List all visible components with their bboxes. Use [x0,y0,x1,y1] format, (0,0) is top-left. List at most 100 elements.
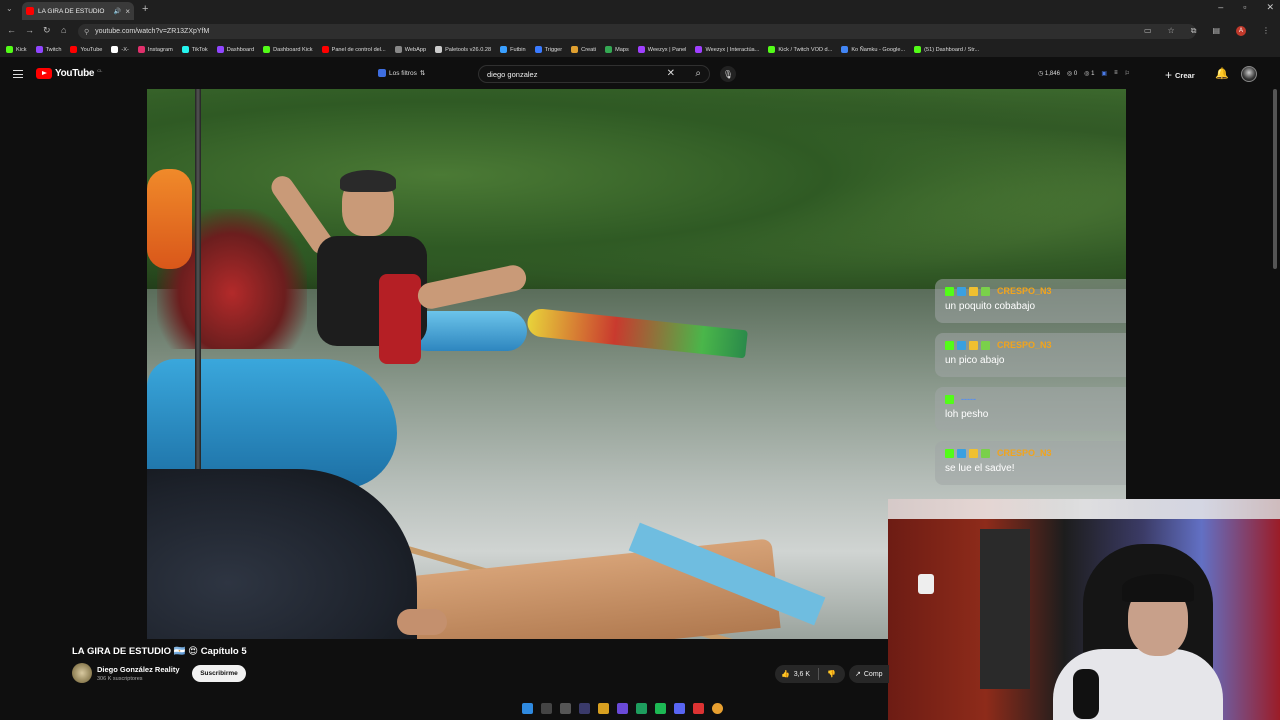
bookmark-item[interactable]: Dashboard Kick [263,46,313,53]
bookmark-item[interactable]: Maps [605,46,629,53]
bookmark-item[interactable]: Trigger [534,46,562,53]
bookmark-item[interactable]: (51) Dashboard / Str... [914,46,979,53]
verified-badge-icon [981,286,990,296]
browser-tabbar: ⌄ LA GIRA DE ESTUDIO 🔊 × + – ▫ ✕ [0,0,1280,20]
bookmark-star-icon[interactable]: ☆ [1168,26,1175,36]
bookmarks-bar: Kick Twitch YouTube -X- Instagram TikTok Dashb… [0,42,1280,57]
profile-avatar[interactable]: A [1236,26,1246,36]
cast-icon[interactable]: ▭ [1144,26,1152,36]
like-count[interactable]: 3,6 K [794,671,810,678]
bookmark-item[interactable]: Kick [6,46,27,53]
bookmark-item[interactable]: Panel de control del... [321,46,386,53]
bookmark-label: Kick [16,46,27,53]
bookmark-item[interactable]: Paletools v26.0.28 [435,46,491,53]
chat-message-header: CRESPO_N3 [945,446,1116,460]
chat-username: CRESPO_N3 [997,448,1052,458]
site-info-icon[interactable]: ⚲ [84,28,89,36]
channel-name[interactable]: Diego González Reality [97,665,180,674]
pin-icon[interactable]: ⚐ [1125,70,1130,77]
chat-message: ----- loh pesho [935,387,1126,431]
maximize-icon[interactable]: ▫ [1243,2,1246,13]
kick-platform-icon [945,448,954,458]
bookmark-favicon-icon [321,46,329,53]
search-icon[interactable]: ⌕ [695,68,701,79]
chat-message-header: CRESPO_N3 [945,338,1116,352]
bookmark-item[interactable]: WebApp [394,46,427,53]
bookmark-label: Dashboard Kick [273,46,313,53]
bookmark-favicon-icon [216,46,224,53]
account-avatar[interactable] [1241,66,1257,82]
create-button[interactable]: + Crear [1165,68,1195,82]
subscribe-button[interactable]: Suscribirme [192,665,246,682]
menu-icon[interactable]: ⋮ [1262,26,1270,36]
bookmark-item[interactable]: YouTube [70,46,102,53]
page-scrollbar[interactable] [1273,89,1277,269]
minimize-icon[interactable]: – [1218,2,1223,13]
bookmark-item[interactable]: Weezyx | Panel [637,46,686,53]
hamburger-menu-icon[interactable] [13,70,23,81]
youtube-favicon-icon [26,7,34,15]
discord-icon[interactable] [674,702,685,714]
search-input[interactable]: diego gonzalez ✕ ⌕ [478,65,710,83]
back-icon[interactable]: ← [7,25,16,35]
bookmark-label: Dashboard [226,46,255,53]
chrome-icon[interactable] [712,702,723,714]
bookmark-item[interactable]: Instagram [137,46,173,53]
spotify-icon[interactable] [655,702,666,714]
bookmark-label: WebApp [404,46,427,53]
voice-search-mic-icon[interactable]: 🎙 [720,66,736,82]
taskbar-settings-icon[interactable] [560,702,571,714]
browser-tab[interactable]: LA GIRA DE ESTUDIO 🔊 × [22,2,134,20]
filters-button[interactable]: Los filtros ⇅ [378,69,425,77]
windows-start-icon[interactable] [522,702,533,714]
extension-icon[interactable]: ▤ [1212,26,1220,36]
os-taskbar [512,699,768,717]
dislike-icon[interactable]: 👎 [827,670,836,678]
like-icon[interactable]: 👍 [781,670,790,678]
home-icon[interactable]: ⌂ [61,25,66,35]
reload-icon[interactable]: ↻ [43,25,51,36]
speaker-icon[interactable]: 🔊 [114,8,121,15]
toolbar-icons: ▭ ☆ ⧉ ▤ A ⋮ [1144,26,1270,36]
subscriber-count: 306 K suscriptores [97,676,143,682]
queue-icon[interactable]: ≡ [1114,70,1118,77]
bookmark-item[interactable]: Futbin [500,46,526,53]
bookmark-item[interactable]: Kick / Twitch VOD d... [768,46,832,53]
channel-avatar[interactable] [72,663,92,683]
extension-icon-blue[interactable]: ▣ [1101,70,1107,77]
gift-badge-icon [969,448,978,458]
share-button[interactable]: ↗ Comp [849,665,889,683]
file-explorer-icon[interactable] [598,702,609,714]
orange-helmet-person [147,169,192,269]
chat-message-header: CRESPO_N3 [945,284,1116,298]
new-tab-button[interactable]: + [142,3,148,15]
taskbar-app-icon[interactable] [579,702,590,714]
extensions-icon[interactable]: ⧉ [1191,26,1197,36]
taskbar-search-icon[interactable] [541,702,552,714]
close-window-icon[interactable]: ✕ [1266,2,1274,13]
taskbar-app4-icon[interactable] [693,702,704,714]
bookmark-item[interactable]: Twitch [35,46,61,53]
tab-search-icon[interactable]: ⌄ [6,4,13,13]
notifications-bell-icon[interactable]: 🔔 [1215,67,1229,80]
bookmark-item[interactable]: -X- [111,46,129,53]
kick-platform-icon [945,394,954,404]
bookmark-favicon-icon [534,46,542,53]
bookmark-item[interactable]: Creati [571,46,596,53]
bookmark-item[interactable]: Dashboard [216,46,255,53]
extension-stats: ◷ 1,846 ◎ 0 ◎ 1 ▣ ≡ ⚐ [1038,70,1130,77]
taskbar-app3-icon[interactable] [636,702,647,714]
bookmark-item[interactable]: TikTok [181,46,208,53]
share-label: Comp [863,670,883,678]
bookmark-item[interactable]: Ko Ñamku - Google... [841,46,905,53]
clear-search-icon[interactable]: ✕ [667,68,675,79]
bookmark-favicon-icon [841,46,849,53]
verified-badge-icon [981,448,990,458]
stat-two: ◎ 0 [1066,71,1078,77]
bookmark-item[interactable]: Weezyx | Interactúa... [695,46,759,53]
url-field[interactable]: ⚲ youtube.com/watch?v=ZR13ZXpYfM [78,24,1196,39]
youtube-logo[interactable]: YouTube CL [36,68,102,79]
taskbar-app2-icon[interactable] [617,702,628,714]
forward-icon[interactable]: → [25,25,34,35]
close-tab-icon[interactable]: × [125,7,130,16]
